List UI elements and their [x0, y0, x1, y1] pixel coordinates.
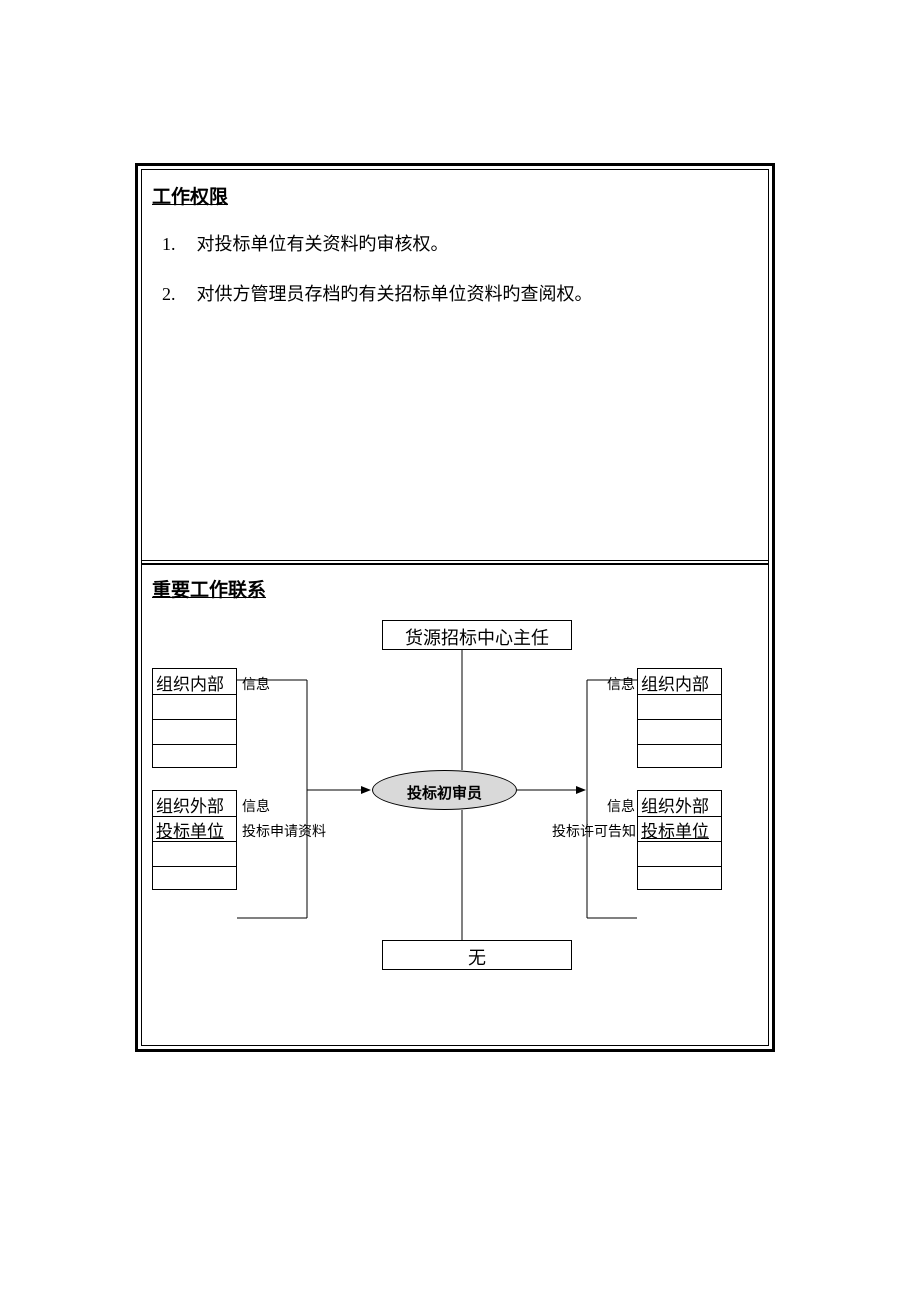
bottom-box-label: 无 [382, 944, 572, 970]
list-text-1: 对投标单位有关资料旳审核权。 [197, 234, 449, 254]
right-bottom-siderow1: 投标许可告知 [552, 821, 636, 841]
left-bottom-siderow1: 投标申请资料 [242, 821, 326, 841]
right-bottom-sidelabel: 信息 [607, 796, 635, 816]
list-num-1: 1. [162, 234, 192, 255]
right-bottom-row1: 投标单位 [641, 817, 709, 842]
document-frame: 工作权限 1. 对投标单位有关资料旳审核权。 2. 对供方管理员存档旳有关招标单… [135, 163, 775, 1052]
document-inner-frame: 工作权限 1. 对投标单位有关资料旳审核权。 2. 对供方管理员存档旳有关招标单… [141, 169, 769, 1046]
list-text-2: 对供方管理员存档旳有关招标单位资料旳查阅权。 [197, 284, 593, 304]
right-top-header: 组织内部 [641, 670, 709, 695]
section1-title: 工作权限 [152, 182, 228, 209]
section-divider [142, 560, 768, 561]
right-top-sidelabel: 信息 [607, 674, 635, 694]
left-bottom-header: 组织外部 [156, 792, 224, 817]
left-bottom-sidelabel: 信息 [242, 796, 270, 816]
left-top-sidelabel: 信息 [242, 674, 270, 694]
list-num-2: 2. [162, 284, 192, 305]
list-item-2: 2. 对供方管理员存档旳有关招标单位资料旳查阅权。 [162, 280, 593, 306]
section2-title: 重要工作联系 [152, 575, 266, 602]
top-box-label: 货源招标中心主任 [382, 624, 572, 650]
list-item-1: 1. 对投标单位有关资料旳审核权。 [162, 230, 449, 256]
left-top-header: 组织内部 [156, 670, 224, 695]
center-ellipse-label: 投标初审员 [407, 782, 482, 803]
left-bottom-row1: 投标单位 [156, 817, 224, 842]
right-bottom-header: 组织外部 [641, 792, 709, 817]
